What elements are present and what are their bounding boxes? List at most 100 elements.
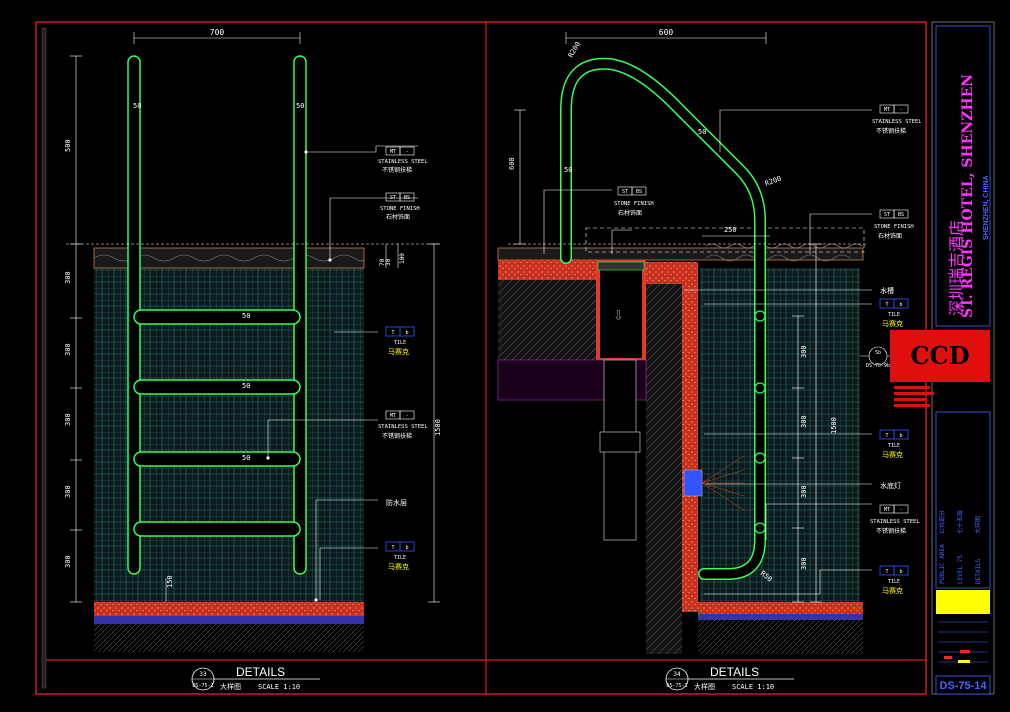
tag-stainless-steel: MT - STAINLESS STEEL 不锈钢扶梯 [378,410,428,440]
dim-600: 600 [659,28,674,37]
dim-v-300: 300 [64,555,72,568]
svg-text:34: 34 [673,671,681,678]
tag-stainless-steel: MT - STAINLESS STEEL 不锈钢扶梯 [378,146,428,174]
tag-tile: T b TILE 马赛克 [385,541,415,571]
svg-text:STAINLESS STEEL: STAINLESS STEEL [378,424,428,430]
dim-v-500: 500 [64,139,72,152]
dim-v-300: 300 [800,557,808,570]
waterproof-layer [94,616,364,624]
svg-text:TILE: TILE [394,555,406,561]
left-detail: 700 50 50 500 300 300 300 300 300 50 50 … [64,28,442,652]
hotel-name-en: ST. REGIS HOTEL, SHENZHEN [960,74,976,318]
svg-text:ST: ST [884,212,890,218]
svg-text:b: b [405,545,408,551]
drawing-sheet: 700 50 50 500 300 300 300 300 300 50 50 … [35,21,995,695]
tag-tile: T b TILE 马赛克 [879,565,909,595]
rung [133,379,301,395]
svg-text:不锈钢扶梯: 不锈钢扶梯 [382,166,412,174]
svg-text:MT: MT [390,149,396,155]
underwater-light-label: 水底灯 [880,481,901,490]
rung [133,451,301,467]
svg-text:马赛克: 马赛克 [882,450,903,459]
wall-render [682,262,698,612]
area-en: PUBLIC AREA [939,544,946,584]
svg-text:STAINLESS STEEL: STAINLESS STEEL [872,119,922,125]
tag-stainless-steel: MT - STAINLESS STEEL 不锈钢扶梯 [872,104,922,135]
svg-text:b: b [899,302,902,308]
svg-text:STONE FINISH: STONE FINISH [380,206,420,212]
svg-text:MT: MT [884,107,890,113]
svg-text:DS-75-1: DS-75-1 [666,683,687,689]
dim-v-300: 300 [800,345,808,358]
tag-stone-finish: ST BS STONE FINISH 石材饰面 [874,209,914,240]
pool-tile-wall [700,268,860,602]
details-cn: 大样图 [974,516,982,534]
svg-text:STAINLESS STEEL: STAINLESS STEEL [870,519,920,525]
svg-text:大样图: 大样图 [220,682,241,691]
city-name: SHENZHEN, CHINA [983,175,990,240]
svg-text:石材饰面: 石材饰面 [386,213,410,221]
section-callout: 5b DS-75-9b [860,346,892,369]
tag-stone-finish: ST BS STONE FINISH 石材饰面 [614,186,654,217]
gutter-grate [597,261,645,271]
right-detail: ⇩ 600 R200 R200 R50 50 50 600 250 300 30… [497,28,922,654]
svg-text:-: - [899,507,902,513]
svg-text:STONE FINISH: STONE FINISH [874,224,914,230]
svg-text:TILE: TILE [394,340,406,346]
dim-700: 700 [210,28,225,37]
pool-floor-screed [698,602,863,614]
svg-text:马赛克: 马赛克 [882,586,903,595]
svg-text:不锈钢扶梯: 不锈钢扶梯 [382,432,412,440]
rung [133,521,301,537]
svg-text:BS: BS [404,195,410,201]
svg-text:SCALE 1:10: SCALE 1:10 [732,683,774,691]
svg-text:马赛克: 马赛克 [388,562,409,571]
dim-1500: 1500 [830,417,838,434]
dim-v-300: 300 [64,343,72,356]
dim-v-600: 600 [508,157,516,170]
dim-left-pipe: 50 [133,102,141,110]
svg-text:T: T [885,433,888,439]
floor-screed [94,602,364,616]
dim-rung: 50 [242,312,250,320]
waterproof-label: 防水层 [386,498,407,507]
svg-text:TILE: TILE [888,443,900,449]
dim-v-300: 300 [64,485,72,498]
svg-text:DETAILS: DETAILS [710,665,759,679]
svg-text:ST: ST [390,195,396,201]
dim-1500: 1500 [434,419,442,436]
dim-r200: R200 [567,40,582,59]
svg-text:STONE FINISH: STONE FINISH [614,201,654,207]
dim-150: 150 [166,575,174,588]
dim-v-300: 300 [800,485,808,498]
dim-rung: 50 [242,382,250,390]
tag-tile: T b TILE 马赛克 [879,429,909,459]
logo-text: CCD [910,341,969,370]
svg-text:-: - [405,149,408,155]
svg-text:b: b [899,569,902,575]
svg-text:5b: 5b [875,350,881,356]
svg-text:33: 33 [199,671,207,678]
sheet-number: DS-75-14 [939,680,987,692]
tag-tile: T b TILE 马赛克 [385,326,415,356]
dim-r200: R200 [764,175,783,188]
svg-text:T: T [885,302,888,308]
tag-tile: T b TILE 马赛克 [879,298,909,328]
dim-v-300: 300 [64,413,72,426]
svg-text:DS-75-9b: DS-75-9b [866,363,890,369]
level-cn: 七十五层 [956,510,964,534]
svg-text:MT: MT [390,413,396,419]
deck-screed [498,260,598,280]
gutter-label: 水槽 [880,286,894,295]
svg-text:石材饰面: 石材饰面 [878,232,902,240]
svg-text:不锈钢扶梯: 不锈钢扶梯 [876,127,906,135]
dim-right-pipe: 50 [296,102,304,110]
floor-slab [94,624,364,652]
svg-text:T: T [391,545,394,551]
left-margin-bar [41,27,47,689]
svg-text:T: T [391,330,394,336]
svg-text:-: - [405,413,408,419]
dim-v-300: 300 [64,271,72,284]
svg-text:马赛克: 马赛克 [388,347,409,356]
svg-text:-: - [899,107,902,113]
